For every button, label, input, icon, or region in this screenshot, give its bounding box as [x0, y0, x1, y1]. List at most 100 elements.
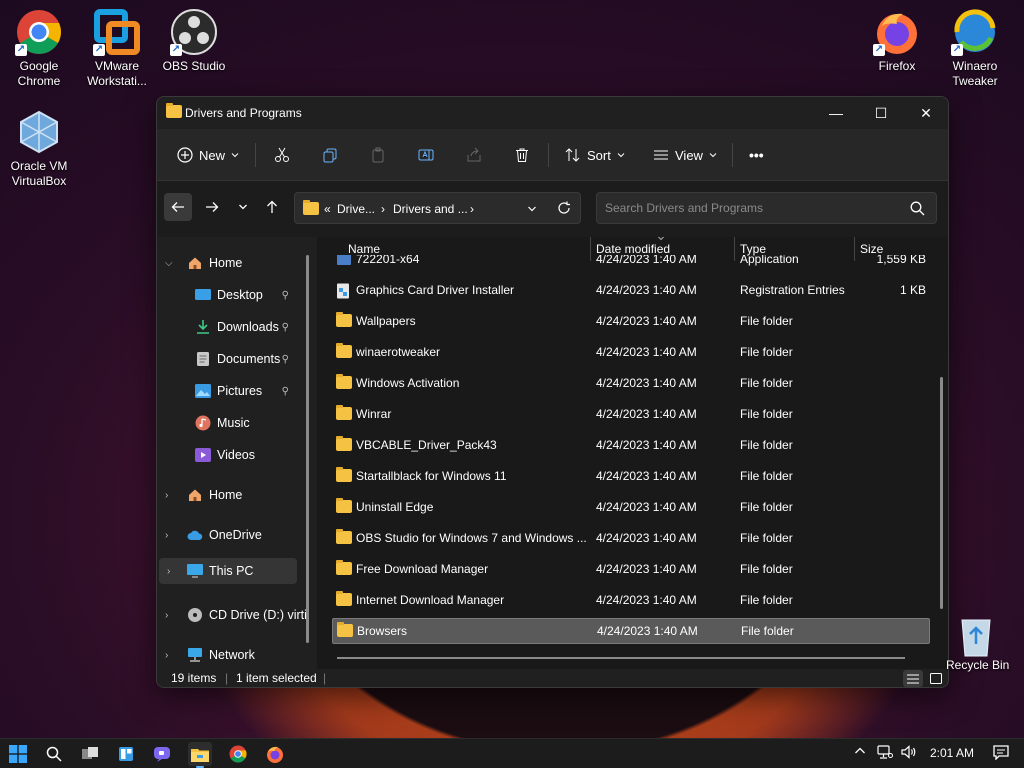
table-row[interactable]: Windows Activation 4/24/2023 1:40 AM Fil… — [332, 370, 930, 396]
breadcrumb-drive[interactable]: Drive... — [337, 202, 375, 216]
desktop-icon-winaero[interactable]: ↗ Winaero Tweaker — [937, 8, 1013, 89]
desktop-icon-chrome[interactable]: ↗ Google Chrome — [1, 8, 77, 89]
file-explorer-taskbar-button[interactable] — [188, 742, 212, 768]
sidebar-item-downloads[interactable]: Downloads ⚲ — [157, 314, 297, 340]
desktop-icon-label: VMware Workstati... — [87, 59, 147, 88]
table-row[interactable]: VBCABLE_Driver_Pack43 4/24/2023 1:40 AM … — [332, 432, 930, 458]
nav-pane-scrollbar[interactable] — [306, 255, 309, 643]
sidebar-item-network[interactable]: › Network — [157, 642, 307, 668]
file-list-horizontal-scrollbar[interactable] — [337, 657, 905, 659]
task-view-button[interactable] — [78, 742, 102, 766]
desktop-icon-recycle-bin[interactable]: Recycle Bin — [946, 614, 1024, 672]
sidebar-item-music[interactable]: Music — [157, 410, 297, 436]
breadcrumb-separator[interactable]: › — [470, 202, 474, 216]
application-icon — [336, 255, 352, 266]
search-box[interactable] — [596, 192, 937, 224]
address-overflow[interactable]: « — [324, 202, 331, 216]
chevron-right-icon[interactable]: › — [165, 610, 168, 621]
pin-icon[interactable]: ⚲ — [282, 290, 289, 301]
sidebar-item-this-pc[interactable]: › This PC — [159, 558, 297, 584]
maximize-button[interactable]: ☐ — [858, 97, 904, 129]
back-button[interactable] — [164, 193, 192, 221]
chevron-right-icon[interactable]: › — [165, 650, 168, 661]
table-row[interactable]: Startallblack for Windows 11 4/24/2023 1… — [332, 463, 930, 489]
start-button[interactable] — [6, 742, 30, 766]
table-row-selected[interactable]: Browsers 4/24/2023 1:40 AM File folder — [332, 618, 930, 644]
search-input[interactable] — [605, 200, 895, 216]
pin-icon[interactable]: ⚲ — [282, 322, 289, 333]
desktop-icon-firefox[interactable]: ↗ Firefox — [859, 8, 935, 74]
table-row[interactable]: Internet Download Manager 4/24/2023 1:40… — [332, 587, 930, 613]
chevron-down-icon[interactable] — [527, 204, 537, 214]
minimize-button[interactable]: — — [813, 97, 859, 129]
volume-tray-icon[interactable] — [901, 745, 917, 762]
delete-button[interactable] — [514, 141, 530, 169]
recent-locations-button[interactable] — [229, 193, 257, 221]
taskbar: 2:01 AM — [0, 738, 1024, 768]
sidebar-item-desktop[interactable]: Desktop ⚲ — [157, 282, 297, 308]
details-view-button[interactable] — [903, 670, 923, 687]
file-name: Windows Activation — [356, 376, 460, 390]
sidebar-item-onedrive[interactable]: › OneDrive — [157, 522, 307, 548]
new-button[interactable]: New — [177, 141, 239, 169]
close-button[interactable]: ✕ — [903, 97, 948, 129]
desktop-icon-virtualbox[interactable]: Oracle VM VirtualBox — [1, 108, 77, 189]
file-name: Graphics Card Driver Installer — [356, 283, 515, 297]
sidebar-item-cd-drive[interactable]: › CD Drive (D:) virti — [157, 602, 307, 628]
share-button[interactable] — [466, 141, 482, 169]
refresh-icon[interactable] — [557, 201, 571, 215]
file-list-vertical-scrollbar[interactable] — [940, 377, 943, 609]
chevron-right-icon[interactable]: › — [165, 530, 168, 541]
breadcrumb-separator[interactable]: › — [381, 202, 385, 216]
desktop-icon-vmware[interactable]: ↗ VMware Workstati... — [79, 8, 155, 89]
music-icon — [195, 415, 211, 431]
folder-icon — [336, 312, 352, 328]
chevron-down-icon[interactable]: ⌵ — [165, 258, 173, 269]
sidebar-item-home-2[interactable]: › Home — [157, 482, 307, 508]
table-row[interactable]: Winrar 4/24/2023 1:40 AM File folder — [332, 401, 930, 427]
widgets-button[interactable] — [114, 742, 138, 766]
sidebar-item-videos[interactable]: Videos — [157, 442, 297, 468]
sidebar-item-documents[interactable]: Documents ⚲ — [157, 346, 297, 372]
clock[interactable]: 2:01 AM — [930, 746, 974, 760]
table-row[interactable]: Free Download Manager 4/24/2023 1:40 AM … — [332, 556, 930, 582]
pin-icon[interactable]: ⚲ — [282, 386, 289, 397]
rename-button[interactable] — [418, 141, 434, 169]
table-row[interactable]: Uninstall Edge 4/24/2023 1:40 AM File fo… — [332, 494, 930, 520]
chrome-taskbar-button[interactable] — [226, 742, 250, 766]
paste-button[interactable] — [370, 141, 386, 169]
table-row[interactable]: OBS Studio for Windows 7 and Windows ...… — [332, 525, 930, 551]
sidebar-item-label: Pictures — [217, 384, 263, 398]
table-row[interactable]: 722201-x64 4/24/2023 1:40 AM Application… — [332, 255, 930, 272]
sort-button[interactable]: Sort — [565, 141, 625, 169]
title-bar[interactable]: Drivers and Programs — ☐ ✕ — [157, 97, 948, 129]
notifications-button[interactable] — [993, 745, 1009, 763]
network-tray-icon[interactable] — [877, 745, 893, 762]
tiles-view-button[interactable] — [927, 670, 945, 687]
address-bar[interactable]: « Drive... › Drivers and ... › — [294, 192, 581, 224]
firefox-taskbar-button[interactable] — [263, 742, 287, 766]
up-button[interactable] — [258, 193, 286, 221]
forward-button[interactable] — [198, 193, 226, 221]
address-row: « Drive... › Drivers and ... › — [157, 181, 948, 237]
breadcrumb-drivers-and-programs[interactable]: Drivers and ... — [393, 202, 468, 216]
more-options-button[interactable]: ••• — [749, 141, 764, 169]
table-row[interactable]: Wallpapers 4/24/2023 1:40 AM File folder — [332, 308, 930, 334]
show-hidden-icons-button[interactable] — [854, 745, 866, 760]
desktop-icon-obs[interactable]: ↗ OBS Studio — [156, 8, 232, 74]
search-icon[interactable] — [910, 201, 925, 216]
copy-button[interactable] — [322, 141, 338, 169]
table-row[interactable]: Graphics Card Driver Installer 4/24/2023… — [332, 277, 930, 303]
pin-icon[interactable]: ⚲ — [282, 354, 289, 365]
sidebar-item-pictures[interactable]: Pictures ⚲ — [157, 378, 297, 404]
chat-button[interactable] — [150, 742, 174, 766]
sidebar-item-home[interactable]: ⌵ Home — [157, 250, 307, 276]
cut-button[interactable] — [274, 141, 290, 169]
chevron-right-icon[interactable]: › — [165, 490, 168, 501]
view-label: View — [675, 147, 703, 163]
table-row[interactable]: winaerotweaker 4/24/2023 1:40 AM File fo… — [332, 339, 930, 365]
view-button[interactable]: View — [653, 141, 717, 169]
chevron-right-icon[interactable]: › — [167, 566, 170, 577]
search-taskbar-button[interactable] — [42, 742, 66, 766]
pictures-icon — [195, 383, 211, 399]
